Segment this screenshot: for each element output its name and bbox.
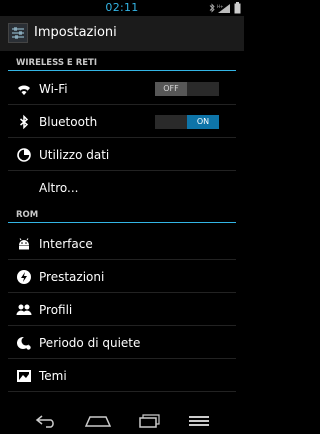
themes-label: Temi [39, 369, 67, 383]
section-header-label: WIRELESS E RETI [16, 58, 98, 68]
wifi-toggle-off: OFF [155, 82, 187, 96]
svg-text:H+: H+ [217, 4, 223, 9]
lightning-icon [16, 269, 32, 285]
clock: 02:11 [105, 1, 139, 14]
data-usage-label: Utilizzo dati [39, 148, 110, 162]
settings-item-themes[interactable]: Temi [0, 359, 244, 392]
settings-item-interface[interactable]: Interface [0, 227, 244, 260]
profiles-label: Profili [39, 303, 73, 317]
recent-apps-icon[interactable] [136, 413, 162, 428]
section-divider [8, 222, 236, 223]
settings-item-bluetooth[interactable]: Bluetooth ON [0, 105, 244, 138]
more-label: Altro... [39, 181, 79, 195]
data-usage-icon [16, 147, 32, 163]
signal-icon: H+ [217, 3, 231, 14]
settings-app-icon[interactable] [8, 23, 28, 43]
settings-item-partial[interactable] [0, 392, 244, 420]
theme-icon [16, 368, 32, 384]
bluetooth-toggle[interactable]: ON [155, 115, 219, 129]
bluetooth-status-icon [209, 3, 215, 13]
bluetooth-toggle-on: ON [187, 115, 219, 129]
settings-item-data-usage[interactable]: Utilizzo dati [0, 138, 244, 171]
section-header-wireless: WIRELESS E RETI [0, 53, 244, 71]
section-divider [8, 70, 236, 71]
menu-icon[interactable] [186, 413, 212, 427]
section-header-label: ROM [16, 210, 39, 220]
bluetooth-label: Bluetooth [39, 115, 98, 129]
moon-icon [16, 335, 32, 351]
wifi-toggle-on [187, 82, 219, 96]
settings-item-wifi[interactable]: Wi-Fi OFF [0, 72, 244, 105]
settings-item-quiet-hours[interactable]: Periodo di quiete [0, 326, 244, 359]
page-title: Impostazioni [34, 25, 117, 40]
bluetooth-toggle-off [155, 115, 187, 129]
section-header-rom: ROM [0, 205, 244, 223]
android-icon [16, 236, 32, 252]
quiet-hours-label: Periodo di quiete [39, 336, 141, 350]
wifi-label: Wi-Fi [39, 82, 68, 96]
interface-label: Interface [39, 237, 93, 251]
performance-label: Prestazioni [39, 270, 105, 284]
people-icon [16, 302, 32, 318]
action-bar: Impostazioni [0, 16, 244, 51]
wifi-icon [16, 81, 32, 97]
home-icon[interactable] [84, 413, 112, 427]
battery-icon [234, 2, 241, 14]
status-bar: 02:11 H+ [0, 0, 244, 16]
settings-item-performance[interactable]: Prestazioni [0, 260, 244, 293]
wifi-toggle[interactable]: OFF [155, 82, 219, 96]
settings-item-profiles[interactable]: Profili [0, 293, 244, 326]
settings-item-more[interactable]: Altro... [0, 171, 244, 204]
navigation-bar [0, 406, 244, 434]
status-icons: H+ [209, 2, 241, 14]
back-icon[interactable] [34, 413, 60, 428]
bluetooth-icon [16, 114, 32, 130]
